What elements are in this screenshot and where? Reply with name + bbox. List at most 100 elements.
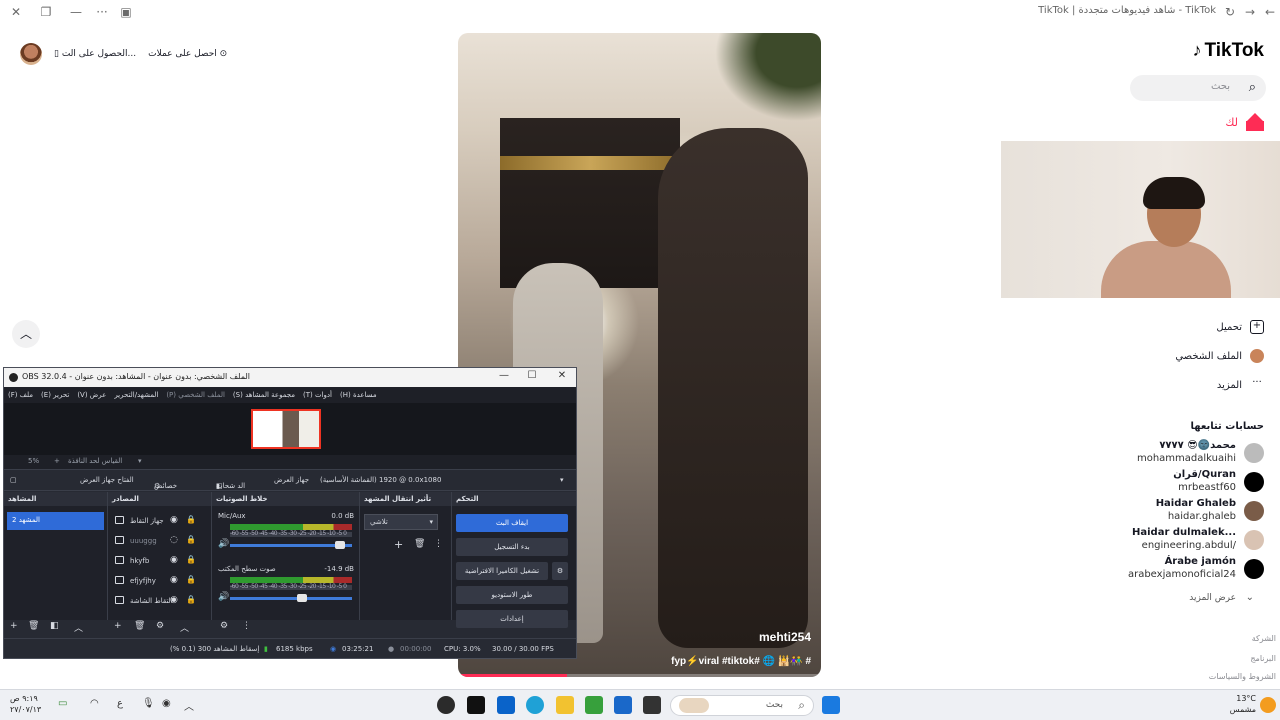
footer-link[interactable]: الشروط والسياسات xyxy=(1209,672,1276,681)
trash-icon[interactable]: 🗑 xyxy=(134,621,145,631)
volume-slider-handle[interactable] xyxy=(335,541,346,549)
volume-slider-handle[interactable] xyxy=(297,594,308,602)
preview-canvas[interactable] xyxy=(251,409,321,449)
trash-icon[interactable]: 🗑 xyxy=(414,539,425,549)
source-row[interactable]: جهاز التقاط ◉ 🔒 xyxy=(112,512,208,530)
lock-icon[interactable]: 🔒 xyxy=(186,555,196,564)
reader-icon[interactable]: ▣ xyxy=(118,4,134,20)
search-icon[interactable]: ⌕ xyxy=(1249,80,1256,95)
more-options-icon[interactable]: ⋮ xyxy=(242,621,251,631)
transition-select[interactable]: تلاشي ▾ xyxy=(364,514,438,530)
chevron-down-icon[interactable]: ▾ xyxy=(560,476,564,484)
eye-icon[interactable]: ◉ xyxy=(170,575,178,585)
home-icon[interactable] xyxy=(1246,113,1264,131)
trash-icon[interactable]: 🗑 xyxy=(28,621,39,631)
following-account[interactable]: Haidar Ghaleb haidar.ghaleb xyxy=(1114,498,1264,524)
following-account[interactable]: Árabe jamón arabexjamonoficial24 xyxy=(1114,556,1264,582)
maximize-icon[interactable]: ☐ xyxy=(524,370,540,384)
lock-icon[interactable]: 🔒 xyxy=(186,515,196,524)
menu-profile[interactable]: (P) الملف الشخصي xyxy=(166,391,225,399)
nav-home-label[interactable]: لك xyxy=(1225,116,1238,129)
search-input[interactable]: بحث ⌕ xyxy=(1130,75,1266,101)
user-avatar[interactable] xyxy=(20,43,42,65)
add-transition-icon[interactable]: + xyxy=(394,538,403,551)
see-more-link[interactable]: عرض المزيد xyxy=(1189,593,1236,603)
source-row[interactable]: hkyfb ◉ 🔒 xyxy=(112,552,208,570)
outlook-app-icon[interactable] xyxy=(497,696,515,714)
tiktok-app-icon[interactable] xyxy=(467,696,485,714)
source-row[interactable]: uuuggg ◌ 🔒 xyxy=(112,532,208,550)
more-options-icon[interactable]: ··· xyxy=(94,4,110,20)
minimize-icon[interactable]: — xyxy=(496,370,512,384)
add-source-icon[interactable]: + xyxy=(114,621,122,631)
volume-slider[interactable] xyxy=(230,544,352,547)
studio-mode-button[interactable]: طور الاستوديو xyxy=(456,586,568,604)
app-icon[interactable] xyxy=(614,696,632,714)
menu-help[interactable]: (H) مساعدة xyxy=(340,391,377,399)
obs-app-icon[interactable] xyxy=(437,696,455,714)
start-recording-button[interactable]: بدء التسجيل xyxy=(456,538,568,556)
menu-tools[interactable]: (T) أدوات xyxy=(303,391,332,399)
following-account[interactable]: محمد🌚😎 ٧٧٧٧ mohammadalkuaihi xyxy=(1114,440,1264,466)
source-row[interactable]: التقاط الشاشة ◉ 🔒 xyxy=(112,592,208,610)
virtual-camera-button[interactable]: تشغيل الكاميرا الافتراضية xyxy=(456,562,548,580)
volume-slider[interactable] xyxy=(230,597,352,600)
eye-icon[interactable]: ◉ xyxy=(170,555,178,565)
lock-icon[interactable]: 🔒 xyxy=(186,575,196,584)
eye-off-icon[interactable]: ◌ xyxy=(170,535,178,545)
video-username[interactable]: mehti254 xyxy=(759,630,811,644)
minimize-icon[interactable]: — xyxy=(68,4,84,20)
more-options-icon[interactable]: ⋮ xyxy=(434,539,443,549)
gear-icon[interactable]: ⚙ xyxy=(220,621,228,631)
settings-button[interactable]: إعدادات xyxy=(456,610,568,628)
store-app-icon[interactable] xyxy=(585,696,603,714)
nav-profile[interactable]: الملف الشخصي xyxy=(1175,347,1264,365)
tiktok-logo[interactable]: ♪ TikTok xyxy=(1193,40,1264,62)
taskbar-clock[interactable]: ٩:١٩ ص ٢٧/٠٧/١٣ xyxy=(10,693,41,715)
lock-icon[interactable]: 🔒 xyxy=(186,535,196,544)
open-display-button[interactable]: الفتاح جهاز العرض xyxy=(80,476,134,484)
menu-edit[interactable]: (E) تحرير xyxy=(41,391,69,399)
source-row[interactable]: efjyfjhy ◉ 🔒 xyxy=(112,572,208,590)
footer-link[interactable]: الشركة xyxy=(1252,634,1276,643)
close-icon[interactable]: ✕ xyxy=(8,4,24,20)
language-indicator[interactable]: ع xyxy=(117,698,123,709)
virtual-camera-settings-button[interactable]: ⚙ xyxy=(552,562,568,580)
get-app-button[interactable]: ▯ الحصول على الت... xyxy=(54,49,136,59)
obs-preview[interactable] xyxy=(4,403,576,455)
scroll-up-button[interactable]: ︿ xyxy=(12,320,40,348)
back-icon[interactable]: ← xyxy=(1262,4,1278,20)
speaker-icon[interactable]: 🔊 xyxy=(218,592,229,602)
reload-icon[interactable]: ↻ xyxy=(1222,4,1238,20)
terminal-app-icon[interactable] xyxy=(643,696,661,714)
eye-icon[interactable]: ◉ xyxy=(170,515,178,525)
filter-icon[interactable]: ◧ xyxy=(50,621,59,631)
menu-docks[interactable]: المشهد/التحرير xyxy=(114,391,158,399)
eye-icon[interactable]: ◉ xyxy=(170,595,178,605)
forward-icon[interactable]: → xyxy=(1242,4,1258,20)
video-progress-bar[interactable] xyxy=(458,674,821,677)
wifi-icon[interactable]: ◠ xyxy=(90,698,99,709)
battery-icon[interactable]: ▭ xyxy=(58,698,67,709)
nav-upload[interactable]: + تحميل xyxy=(1216,318,1264,336)
chevron-down-icon[interactable]: ▾ xyxy=(138,457,142,465)
arrow-up-icon[interactable]: ︿ xyxy=(180,621,189,634)
lock-icon[interactable]: 🔒 xyxy=(186,595,196,604)
stop-streaming-button[interactable]: ايقاف البث xyxy=(456,514,568,532)
get-coins-button[interactable]: احصل على عملات ⊙ xyxy=(148,49,227,59)
menu-scene-collection[interactable]: (S) مجموعة المشاهد xyxy=(233,391,295,399)
weather-widget[interactable]: 13°C مشمس xyxy=(1230,693,1256,715)
close-icon[interactable]: ✕ xyxy=(554,370,570,384)
restore-icon[interactable]: ❐ xyxy=(38,4,54,20)
chevron-up-icon[interactable]: ︿ xyxy=(184,698,194,713)
menu-file[interactable]: (F) ملف xyxy=(8,391,33,399)
zoom-in-icon[interactable]: + xyxy=(54,457,60,465)
nav-more[interactable]: ··· المزيد xyxy=(1217,376,1264,394)
windows-start-icon[interactable] xyxy=(822,696,840,714)
following-account[interactable]: Haidar dulmalek... engineering.abdul/ xyxy=(1114,527,1264,553)
taskbar-search[interactable]: بحث ⌕ xyxy=(670,695,814,716)
mic-icon[interactable]: 🎙 xyxy=(142,698,155,709)
gear-icon[interactable]: ⚙ xyxy=(156,621,164,631)
camera-icon[interactable]: ◉ xyxy=(162,698,171,709)
folder-app-icon[interactable] xyxy=(556,696,574,714)
